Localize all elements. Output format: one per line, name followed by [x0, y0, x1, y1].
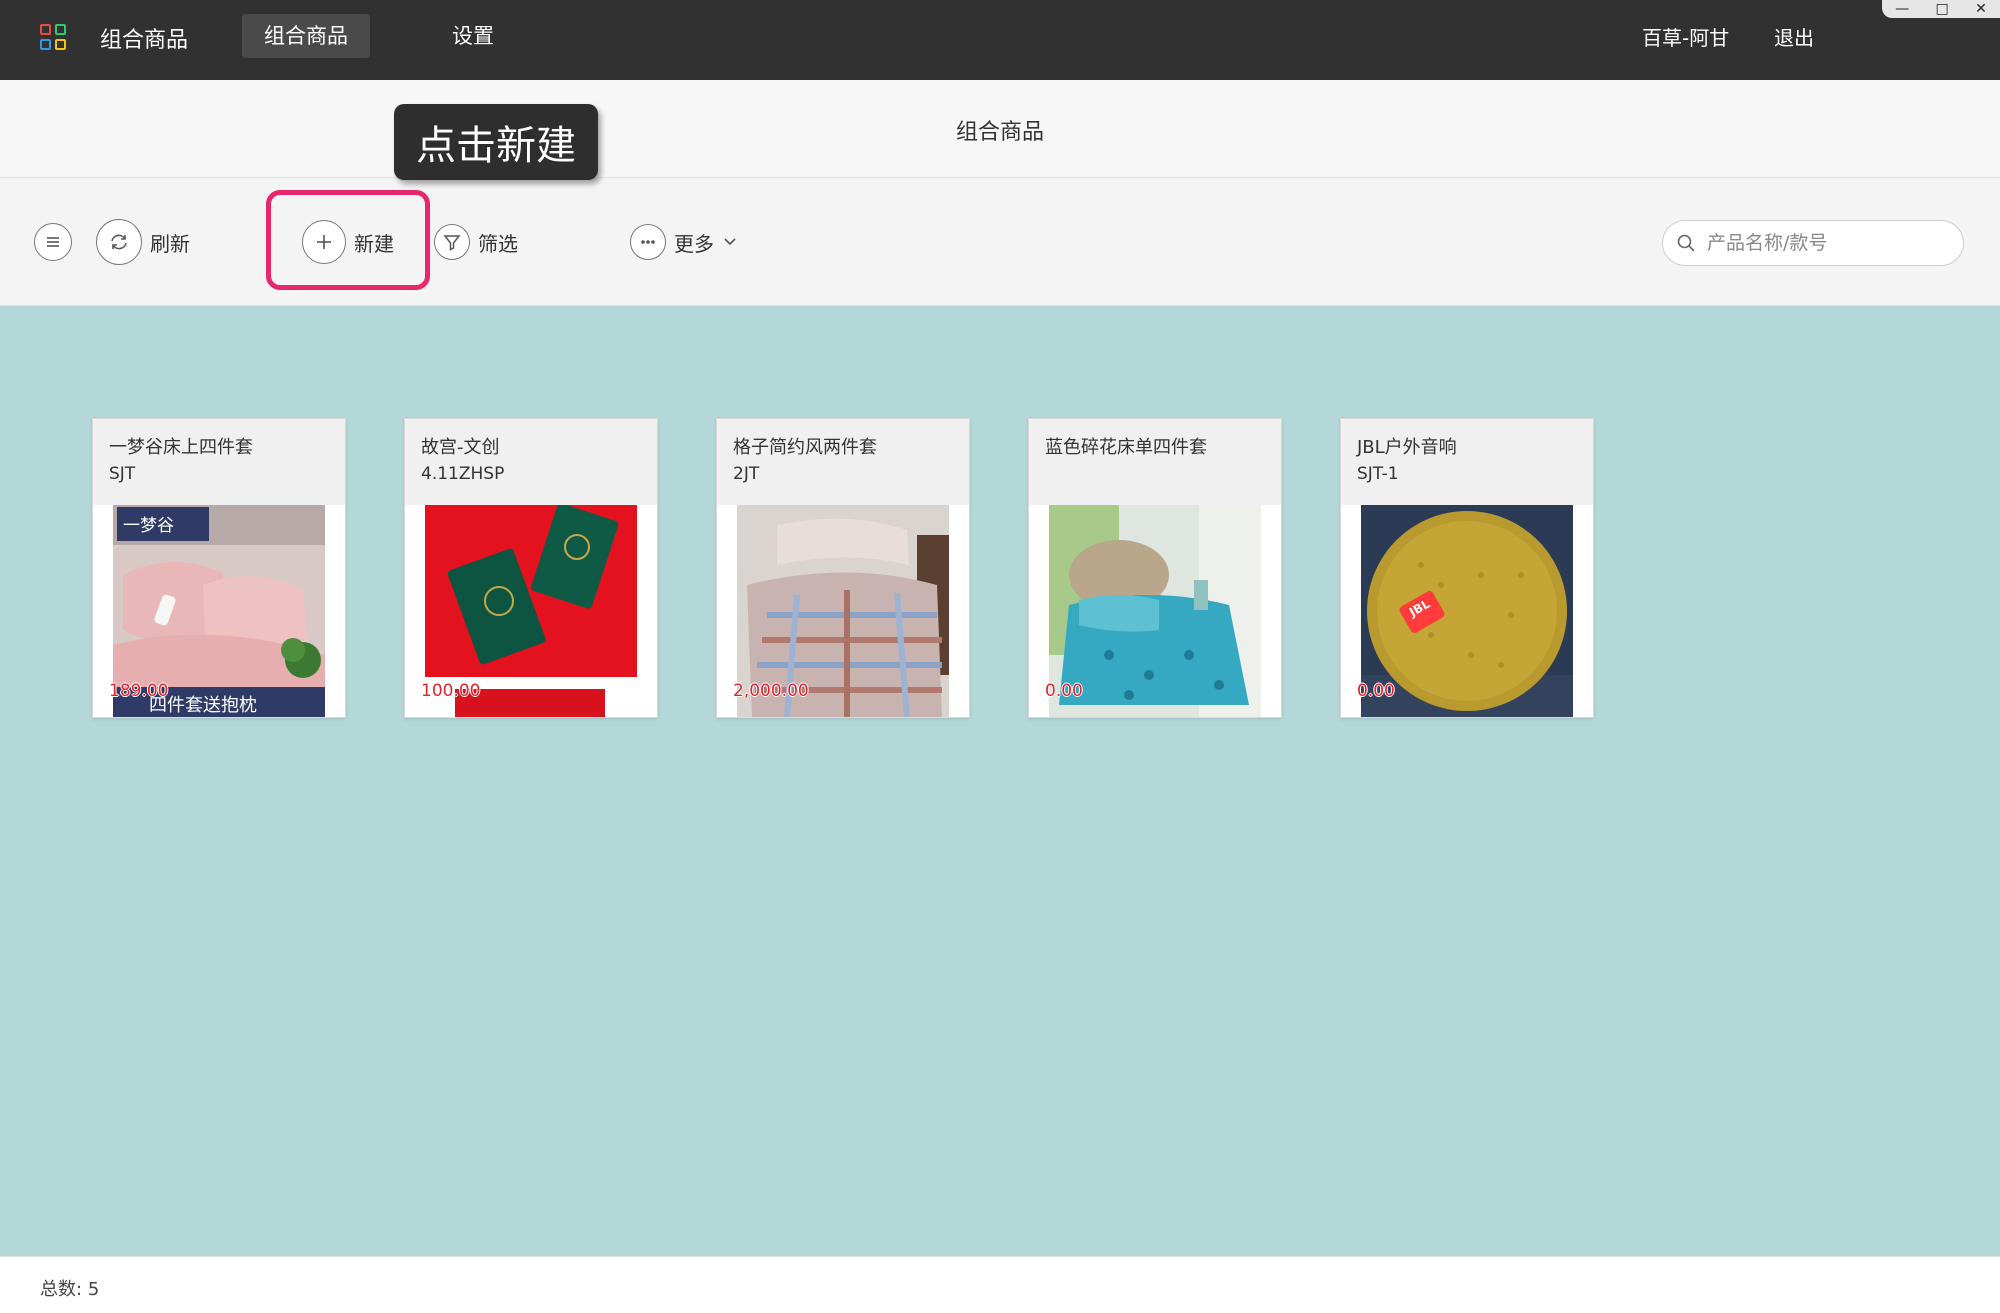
refresh-button[interactable]: 刷新 [96, 219, 190, 265]
product-name: 蓝色碎花床单四件套 [1045, 437, 1207, 458]
product-sku: 4.11ZHSP [421, 464, 505, 484]
card-header: 格子简约风两件套 2JT [717, 419, 969, 505]
tab-settings[interactable]: 设置 [430, 14, 516, 58]
maximize-icon[interactable]: □ [1936, 1, 1949, 17]
logout-button[interactable]: 退出 [1774, 22, 1814, 51]
close-icon[interactable]: ✕ [1975, 1, 1987, 17]
new-button-highlight [266, 190, 430, 290]
app-title: 组合商品 [100, 28, 189, 53]
product-name: 一梦谷床上四件套 [109, 437, 253, 458]
chevron-down-icon [724, 238, 736, 246]
product-card[interactable]: 格子简约风两件套 2JT 2,000.00 [716, 418, 970, 718]
product-name: 故宫-文创 [421, 437, 500, 458]
refresh-label: 刷新 [150, 231, 190, 256]
card-header: JBL户外音响 SJT-1 [1341, 419, 1593, 505]
footer: 总数: 5 [0, 1256, 2000, 1313]
user-name[interactable]: 百草-阿甘 [1642, 22, 1729, 51]
more-label: 更多 [674, 231, 714, 256]
search-input[interactable] [1707, 232, 1947, 254]
product-name: JBL户外音响 [1357, 437, 1457, 458]
product-name: 格子简约风两件套 [733, 437, 877, 458]
product-card[interactable]: JBL户外音响 SJT-1 JBL 0.00 [1340, 418, 1594, 718]
top-bar: 组合商品 组合商品 设置 百草-阿甘 退出 — □ ✕ [0, 0, 2000, 80]
brand-text: 一梦谷 [123, 516, 174, 536]
total-value: 5 [87, 1279, 100, 1300]
product-card[interactable]: 一梦谷床上四件套 SJT 一梦谷 四件套送抱枕 189.00 [92, 418, 346, 718]
window-controls: — □ ✕ [1882, 0, 2000, 18]
tab-combo-products[interactable]: 组合商品 [242, 14, 370, 58]
total-label: 总数: [40, 1279, 83, 1300]
search-box[interactable] [1662, 220, 1964, 266]
card-header: 一梦谷床上四件套 SJT [93, 419, 345, 505]
minimize-icon[interactable]: — [1895, 1, 1909, 17]
product-sku: 2JT [733, 464, 760, 484]
page-title: 组合商品 [955, 120, 1044, 145]
product-card[interactable]: 蓝色碎花床单四件套 0.00 [1028, 418, 1282, 718]
product-sku: SJT-1 [1357, 464, 1399, 484]
menu-icon [34, 223, 72, 261]
filter-button[interactable]: 筛选 [434, 220, 518, 264]
search-icon [1677, 234, 1695, 252]
more-icon [630, 224, 666, 260]
total-count: 总数: 5 [40, 1275, 99, 1301]
product-price: 189.00 [109, 681, 169, 701]
product-price: 100.00 [421, 681, 481, 701]
page-header: 组合商品 [0, 80, 2000, 178]
product-sku: SJT [109, 464, 136, 484]
menu-button[interactable] [34, 220, 80, 264]
refresh-icon [96, 219, 142, 265]
tutorial-tooltip: 点击新建 [394, 104, 598, 180]
more-button[interactable]: 更多 [630, 220, 738, 264]
card-header: 故宫-文创 4.11ZHSP [405, 419, 657, 505]
filter-icon [434, 224, 470, 260]
product-price: 2,000.00 [733, 681, 809, 701]
card-header: 蓝色碎花床单四件套 [1029, 419, 1281, 505]
product-card[interactable]: 故宫-文创 4.11ZHSP 100.00 [404, 418, 658, 718]
app-grid-icon[interactable] [40, 24, 66, 50]
filter-label: 筛选 [478, 231, 518, 256]
product-price: 0.00 [1357, 681, 1395, 701]
product-price: 0.00 [1045, 681, 1083, 701]
